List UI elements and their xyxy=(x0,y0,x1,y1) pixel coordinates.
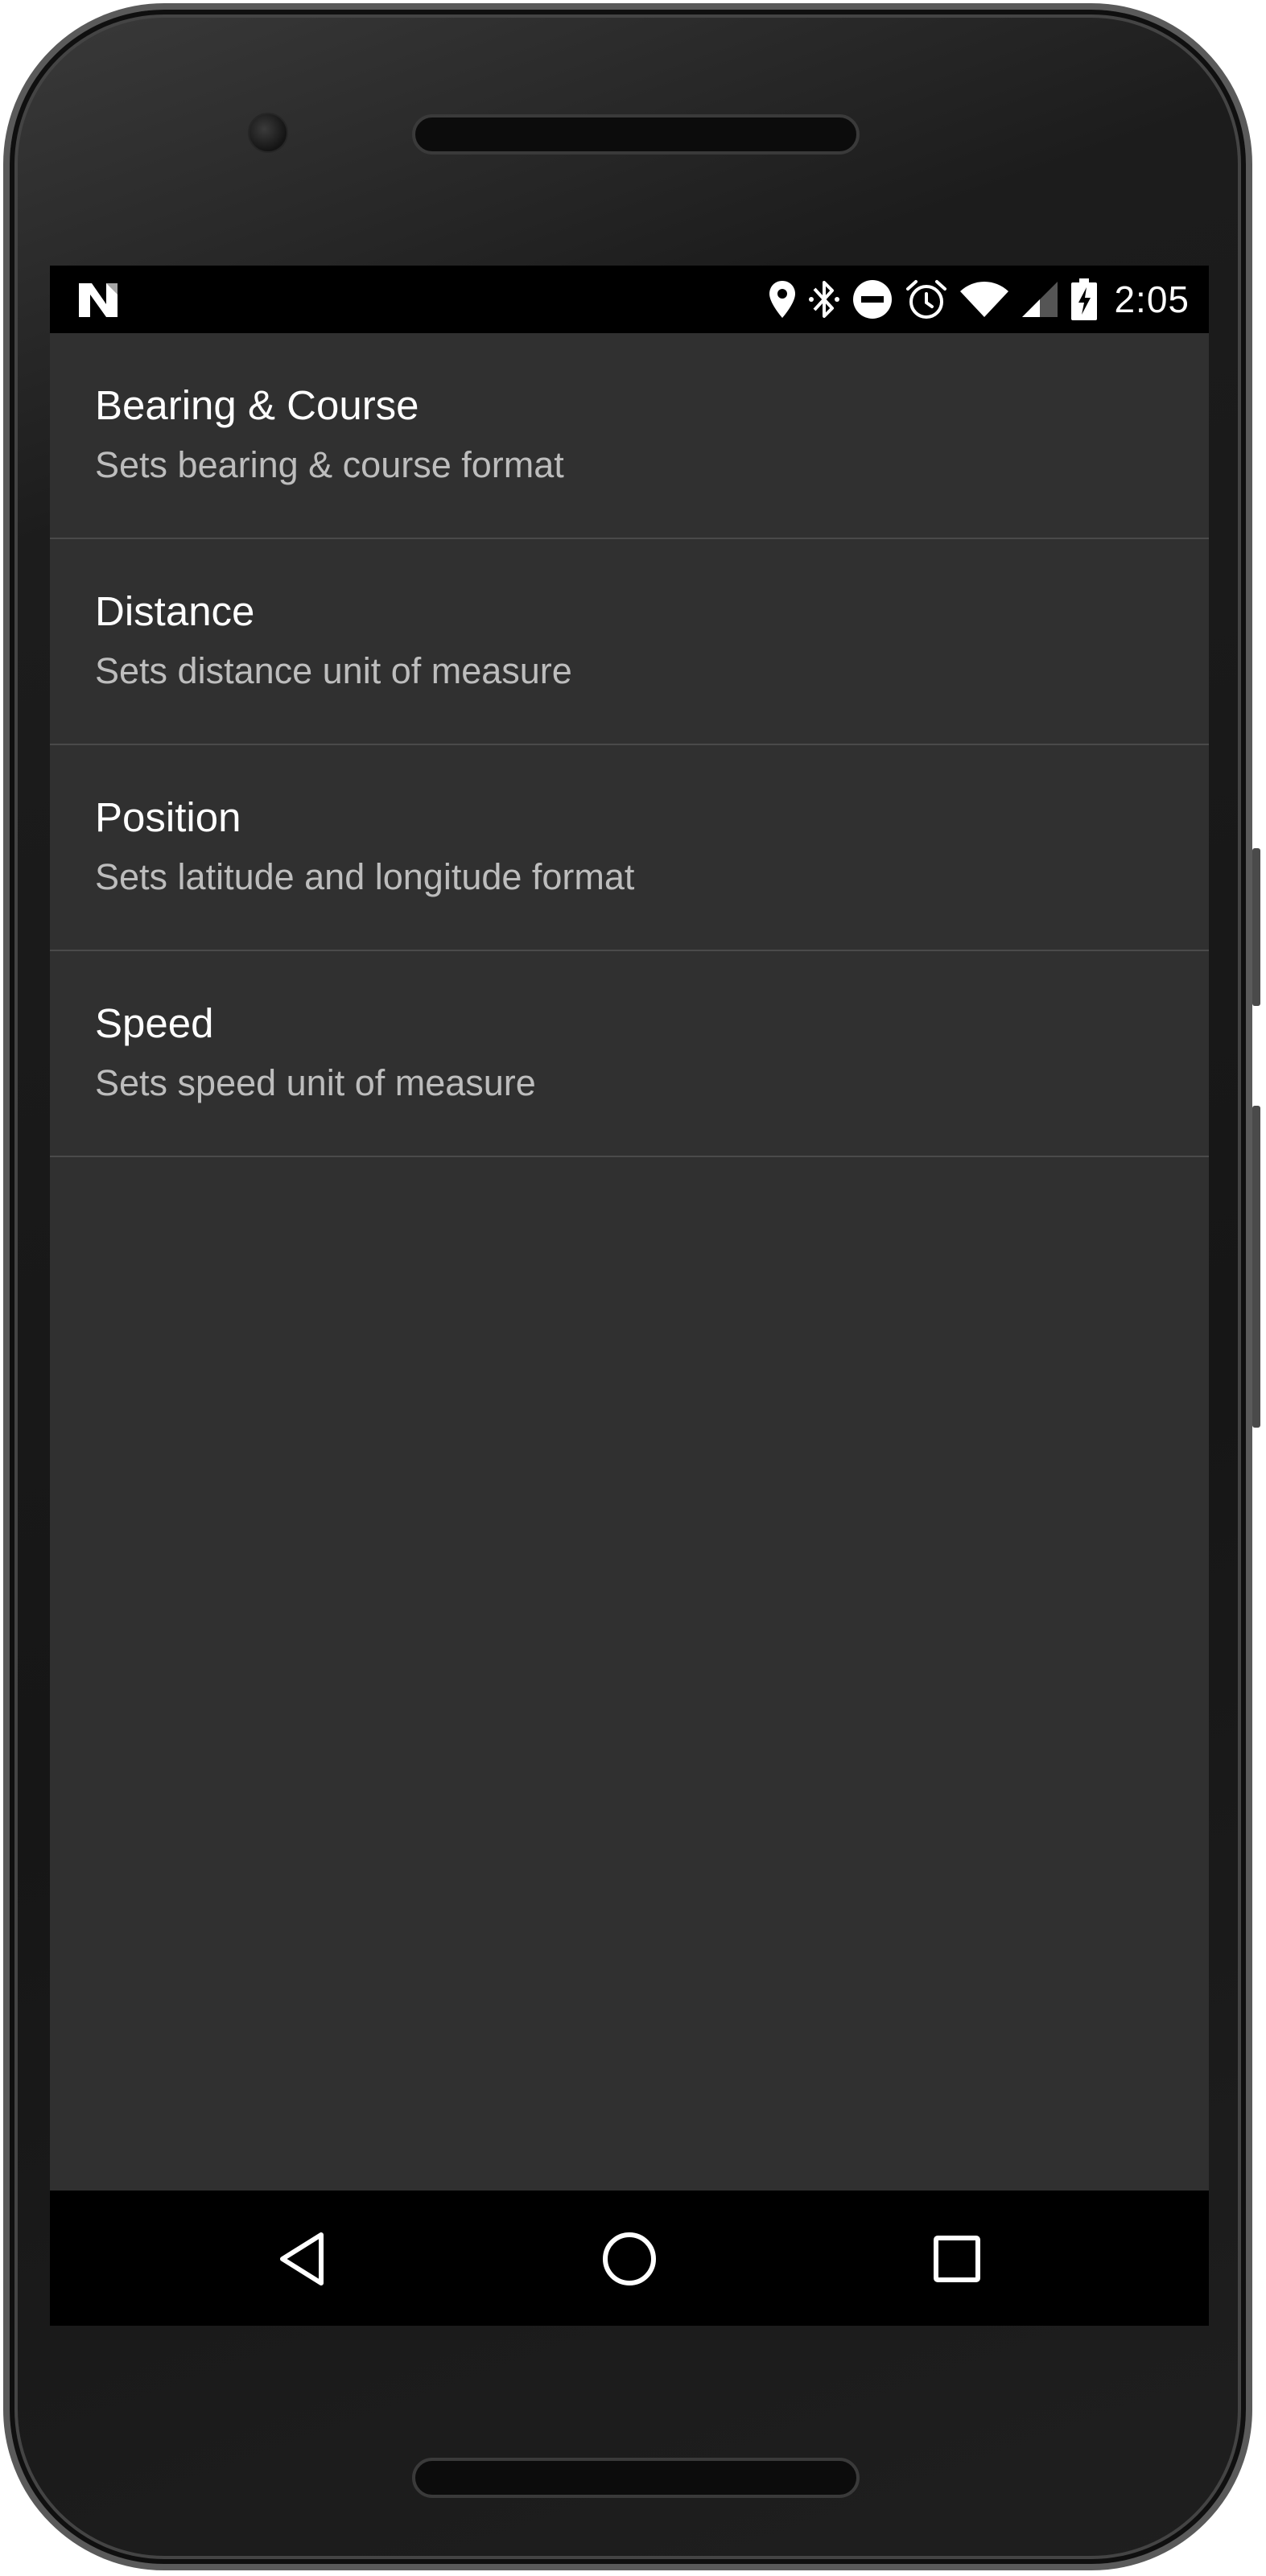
back-icon xyxy=(280,2232,324,2285)
setting-summary: Sets speed unit of measure xyxy=(95,1062,536,1103)
setting-summary: Sets bearing & course format xyxy=(95,444,564,485)
settings-list: Bearing & Course Sets bearing & course f… xyxy=(50,333,1209,1157)
recents-icon xyxy=(934,2236,980,2282)
battery-charging-icon xyxy=(1071,278,1098,320)
do-not-disturb-icon xyxy=(853,280,893,319)
setting-title: Distance xyxy=(95,588,255,634)
top-speaker-grille xyxy=(412,114,860,155)
status-time: 2:05 xyxy=(1114,278,1190,320)
setting-title: Speed xyxy=(95,1000,214,1046)
home-button[interactable] xyxy=(593,2223,666,2295)
device-screen: 2:05 Bearing & Course Sets bearing & cou… xyxy=(50,266,1209,2326)
status-icons: 2:05 xyxy=(768,266,1190,333)
setting-title: Position xyxy=(95,794,241,840)
navigation-bar xyxy=(50,2191,1209,2326)
front-camera xyxy=(248,113,288,153)
wifi-icon xyxy=(960,282,1009,317)
setting-item-position[interactable]: Position Sets latitude and longitude for… xyxy=(50,745,1209,951)
setting-title: Bearing & Course xyxy=(95,382,419,428)
alarm-icon xyxy=(906,280,947,319)
home-icon xyxy=(603,2232,656,2285)
status-bar: 2:05 xyxy=(50,266,1209,333)
location-icon xyxy=(769,281,796,318)
setting-summary: Sets distance unit of measure xyxy=(95,650,572,691)
cell-signal-icon xyxy=(1022,282,1058,317)
bluetooth-icon xyxy=(809,281,840,318)
setting-item-bearing-course[interactable]: Bearing & Course Sets bearing & course f… xyxy=(50,333,1209,539)
recents-button[interactable] xyxy=(921,2223,993,2295)
setting-summary: Sets latitude and longitude format xyxy=(95,856,635,897)
power-button xyxy=(1252,848,1260,1006)
bottom-speaker-grille xyxy=(412,2458,860,2498)
setting-item-distance[interactable]: Distance Sets distance unit of measure xyxy=(50,539,1209,745)
back-button[interactable] xyxy=(266,2223,338,2295)
setting-item-speed[interactable]: Speed Sets speed unit of measure xyxy=(50,951,1209,1157)
n-logo-icon xyxy=(79,283,118,317)
volume-rocker xyxy=(1252,1106,1260,1428)
